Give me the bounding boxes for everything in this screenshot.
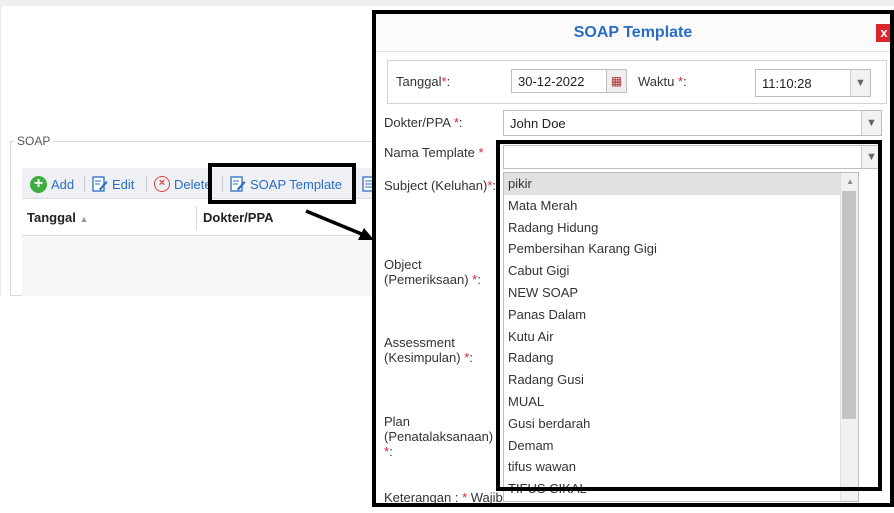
plan-label: Plan (Penatalaksanaan) *: <box>384 414 494 459</box>
waktu-value: 11:10:28 <box>762 75 812 91</box>
column-header-dokter[interactable]: Dokter/PPA <box>203 210 274 225</box>
add-button[interactable]: + Add <box>30 174 74 194</box>
chevron-down-icon[interactable]: ▼ <box>861 111 881 135</box>
waktu-label: Waktu *: <box>638 74 687 89</box>
tanggal-field[interactable]: 30-12-2022 ▦ <box>511 69 627 93</box>
tanggal-value: 30-12-2022 <box>518 73 585 89</box>
edit-icon <box>92 175 108 192</box>
highlight-box-dropdown <box>496 140 882 491</box>
column-header-tanggal[interactable]: Tanggal ▲ <box>27 210 88 225</box>
edit-button[interactable]: Edit <box>92 174 134 194</box>
column-header-label: Tanggal <box>27 210 76 225</box>
dokter-field[interactable]: John Doe ▼ <box>503 110 882 136</box>
assessment-label: Assessment (Kesimpulan) *: <box>384 335 473 365</box>
waktu-field[interactable]: 11:10:28 ▼ <box>755 69 871 97</box>
dokter-label: Dokter/PPA *: <box>384 115 463 130</box>
template-option[interactable]: GATAL GATAL <box>504 500 858 501</box>
edit-button-label: Edit <box>112 176 135 192</box>
toolbar-divider <box>84 176 85 192</box>
add-button-label: Add <box>51 176 75 192</box>
annotation-arrow <box>305 209 374 240</box>
nama-template-label: Nama Template * <box>384 145 484 160</box>
delete-button[interactable]: × Delete <box>154 174 210 194</box>
toolbar-divider <box>146 176 147 192</box>
subject-label: Subject (Keluhan)*: <box>384 178 497 193</box>
date-time-group: Tanggal*: 30-12-2022 ▦ Waktu *: 11:10:28… <box>387 60 887 104</box>
highlight-box-soap-template <box>208 163 356 204</box>
column-divider <box>196 206 197 230</box>
soap-legend: SOAP <box>14 134 54 148</box>
keterangan-label: Keterangan : * Wajib <box>384 490 503 505</box>
tanggal-label: Tanggal*: <box>396 74 451 89</box>
object-label: Object (Pemeriksaan) *: <box>384 257 481 287</box>
delete-button-label: Delete <box>174 176 210 192</box>
close-icon[interactable]: x <box>876 24 890 42</box>
delete-circle-icon: × <box>154 176 170 192</box>
chevron-down-icon[interactable]: ▼ <box>850 70 870 96</box>
dokter-value: John Doe <box>510 115 566 131</box>
grid-body <box>22 237 382 296</box>
add-circle-icon: + <box>30 175 47 193</box>
dialog-title: SOAP Template <box>376 14 890 52</box>
calendar-icon[interactable]: ▦ <box>606 70 626 92</box>
sort-asc-icon: ▲ <box>79 214 89 224</box>
